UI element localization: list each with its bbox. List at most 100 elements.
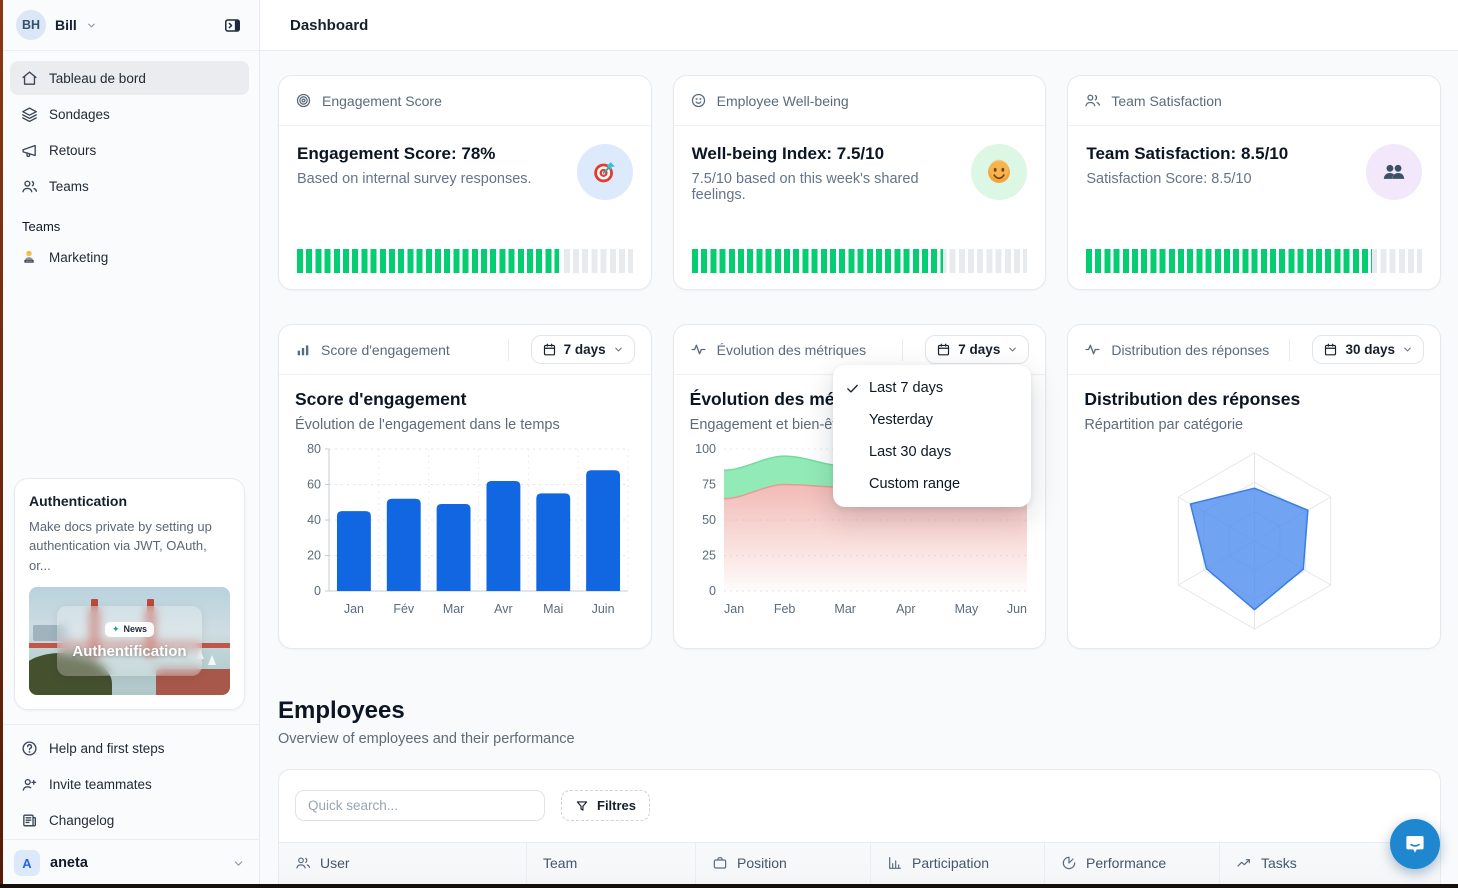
sidebar-item-help[interactable]: Help and first steps (10, 731, 249, 765)
calendar-icon (542, 342, 557, 357)
workspace-name: aneta (50, 855, 88, 871)
pie-chart-icon (1061, 855, 1077, 871)
sidebar-item-label: Teams (49, 179, 89, 194)
menu-item-custom-range[interactable]: Custom range (833, 468, 1031, 500)
sidebar-item-dashboard[interactable]: Tableau de bord (10, 61, 249, 95)
chart-title: Distribution des réponses (1084, 389, 1424, 410)
user-name[interactable]: Bill (55, 17, 77, 33)
card-header-label: Score d'engagement (321, 342, 450, 358)
kpi-subtitle: Based on internal survey responses. (297, 171, 532, 187)
card-header-label: Team Satisfaction (1111, 93, 1222, 109)
date-range-button[interactable]: 30 days (1312, 335, 1424, 364)
window-bottom-edge (0, 884, 1458, 888)
kpi-subtitle: Satisfaction Score: 8.5/10 (1086, 171, 1288, 187)
employees-subtitle: Overview of employees and their performa… (278, 731, 1441, 747)
sidebar-item-label: Marketing (49, 250, 108, 265)
chat-launcher-button[interactable] (1390, 819, 1440, 869)
sidebar-footer-nav: Help and first steps Invite teammates Ch… (0, 725, 259, 839)
progress-bar (297, 249, 633, 273)
date-range-button[interactable]: 7 days (925, 335, 1029, 364)
sidebar-item-teams[interactable]: Teams (10, 169, 249, 203)
column-header-team[interactable]: Team (526, 843, 695, 885)
svg-text:40: 40 (307, 513, 321, 527)
kpi-row: Engagement Score Engagement Score: 78% B… (278, 75, 1441, 290)
users-icon (20, 178, 38, 195)
funnel-icon (575, 799, 589, 813)
help-circle-icon (20, 740, 38, 757)
smile-icon (690, 92, 707, 109)
kpi-value: Team Satisfaction: 8.5/10 (1086, 144, 1288, 164)
svg-text:Avr: Avr (494, 602, 513, 616)
column-header-performance[interactable]: Performance (1044, 843, 1219, 885)
promo-card-authentication[interactable]: Authentication Make docs private by sett… (14, 478, 245, 711)
chevron-down-icon (232, 857, 245, 870)
target-icon (295, 92, 312, 109)
svg-text:50: 50 (702, 513, 716, 527)
employees-card: Filtres User Team Position (278, 769, 1441, 888)
changelog-icon (20, 812, 38, 829)
divider (508, 339, 509, 361)
layers-icon (20, 106, 38, 123)
date-range-button[interactable]: 7 days (531, 335, 635, 364)
svg-text:Jan: Jan (724, 602, 744, 616)
check-icon (845, 381, 869, 396)
date-range-menu: Last 7 days Yesterday Last 30 days Custo… (833, 365, 1031, 507)
svg-text:Jun: Jun (1007, 602, 1027, 616)
card-header-label: Distribution des réponses (1111, 342, 1269, 358)
bars-icon (295, 342, 311, 358)
sidebar: BH Bill Tableau de bord Sondages (0, 0, 260, 888)
progress-bar (692, 249, 1028, 273)
sidebar-item-feedback[interactable]: Retours (10, 133, 249, 167)
sidebar-item-changelog[interactable]: Changelog (10, 803, 249, 837)
people-emoji (1366, 144, 1422, 200)
svg-text:Jan: Jan (344, 602, 364, 616)
smile-emoji (971, 144, 1027, 200)
users-icon (295, 855, 311, 871)
svg-text:Juin: Juin (592, 602, 615, 616)
svg-text:100: 100 (695, 442, 716, 456)
page-title: Dashboard (290, 17, 368, 34)
sparkle-icon: ✦ (112, 624, 120, 635)
progress-bar (1086, 249, 1422, 273)
svg-text:Mar: Mar (834, 602, 856, 616)
workspace-switcher[interactable]: A aneta (0, 840, 259, 888)
person-laptop-emoji (20, 249, 38, 265)
sidebar-item-label: Invite teammates (49, 777, 152, 792)
briefcase-icon (712, 855, 728, 871)
chart-card-response-distribution: Distribution des réponses 30 days Distri… (1067, 324, 1441, 649)
promo-caption: Authentification (72, 643, 186, 660)
menu-item-yesterday[interactable]: Yesterday (833, 404, 1031, 436)
menu-item-last-30-days[interactable]: Last 30 days (833, 436, 1031, 468)
sidebar-nav: Tableau de bord Sondages Retours Teams T… (0, 51, 259, 276)
calendar-icon (1323, 342, 1338, 357)
sidebar-item-label: Help and first steps (49, 741, 165, 756)
avatar[interactable]: BH (16, 10, 46, 40)
card-header-label: Engagement Score (322, 93, 442, 109)
svg-text:May: May (954, 602, 978, 616)
column-header-position[interactable]: Position (695, 843, 870, 885)
chevron-down-icon (1007, 344, 1018, 355)
divider (1289, 339, 1290, 361)
sidebar-item-surveys[interactable]: Sondages (10, 97, 249, 131)
promo-image: ✦ News Authentification (29, 587, 230, 695)
svg-text:Mai: Mai (543, 602, 563, 616)
svg-text:80: 80 (307, 442, 321, 456)
bar-chart-icon (887, 855, 903, 871)
sidebar-item-marketing[interactable]: Marketing (10, 240, 249, 274)
menu-item-last-7-days[interactable]: Last 7 days (833, 372, 1031, 404)
sidebar-item-invite[interactable]: Invite teammates (10, 767, 249, 801)
column-header-participation[interactable]: Participation (870, 843, 1044, 885)
column-header-user[interactable]: User (279, 843, 526, 885)
filters-button[interactable]: Filtres (561, 790, 650, 821)
megaphone-icon (20, 142, 38, 159)
collapse-sidebar-button[interactable] (217, 10, 247, 40)
kpi-value: Engagement Score: 78% (297, 144, 532, 164)
employees-title: Employees (278, 697, 1441, 725)
search-input[interactable] (295, 790, 545, 821)
promo-description: Make docs private by setting up authenti… (29, 517, 230, 576)
kpi-subtitle: 7.5/10 based on this week's shared feeli… (692, 171, 972, 203)
user-plus-icon (20, 776, 38, 793)
table-header-row: User Team Position Participation (279, 842, 1440, 885)
calendar-icon (936, 342, 951, 357)
sidebar-item-label: Sondages (49, 107, 110, 122)
